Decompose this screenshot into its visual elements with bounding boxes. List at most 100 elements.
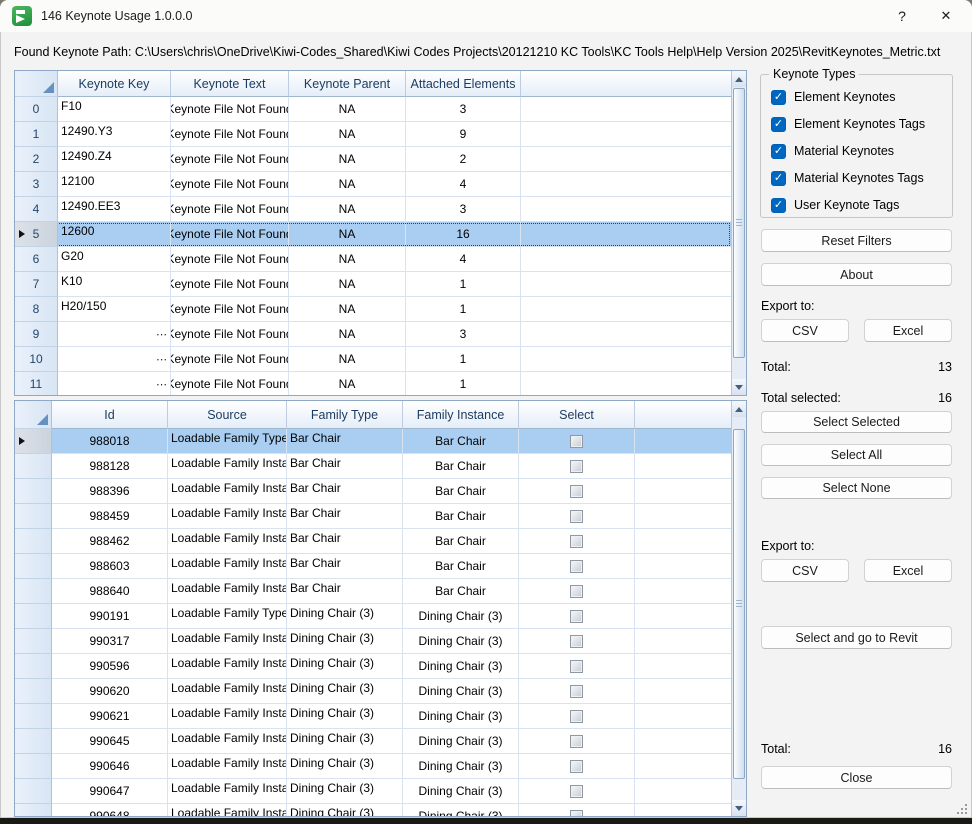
attached-elements-cell[interactable]: 3 [406,322,521,347]
row-select-checkbox[interactable] [570,735,583,748]
family-type-cell[interactable]: Bar Chair [287,529,403,554]
table-row[interactable]: 8H20/150Keynote File Not FoundNA1 [15,297,731,322]
source-cell[interactable]: Loadable Family Insta... [168,554,287,579]
column-header[interactable]: Attached Elements [406,71,521,97]
select-cell[interactable] [519,629,635,654]
table-row[interactable]: 988396Loadable Family Insta...Bar ChairB… [15,479,731,504]
keynote-text-cell[interactable]: Keynote File Not Found [171,197,289,222]
row-select-checkbox[interactable] [570,460,583,473]
source-cell[interactable]: Loadable Family Insta... [168,704,287,729]
keynote-key-cell[interactable]: 12490.Y3 [58,122,171,147]
select-all-button[interactable]: Select All [761,444,952,466]
table-row[interactable]: 988459Loadable Family Insta...Bar ChairB… [15,504,731,529]
table-row[interactable]: 11⋯Keynote File Not FoundNA1 [15,372,731,395]
row-select-checkbox[interactable] [570,685,583,698]
row-header[interactable] [15,504,52,529]
keynote-parent-cell[interactable]: NA [289,272,406,297]
family-type-cell[interactable]: Dining Chair (3) [287,604,403,629]
family-type-cell[interactable]: Bar Chair [287,579,403,604]
keynote-text-cell[interactable]: Keynote File Not Found [171,247,289,272]
row-select-checkbox[interactable] [570,785,583,798]
keynote-text-cell[interactable]: Keynote File Not Found [171,97,289,122]
table-row[interactable]: 6G20Keynote File Not FoundNA4 [15,247,731,272]
attached-elements-cell[interactable]: 4 [406,247,521,272]
keynote-parent-cell[interactable]: NA [289,172,406,197]
id-cell[interactable]: 988128 [52,454,168,479]
source-cell[interactable]: Loadable Family Insta... [168,454,287,479]
table-row[interactable]: 988018Loadable Family TypeBar ChairBar C… [15,429,731,454]
row-header[interactable] [15,804,52,816]
row-header[interactable] [15,454,52,479]
scroll-up-button[interactable] [732,401,746,417]
family-instance-cell[interactable]: Bar Chair [403,579,519,604]
select-cell[interactable] [519,729,635,754]
checkbox-checked-icon[interactable]: ✓ [771,90,786,105]
select-cell[interactable] [519,704,635,729]
column-header[interactable]: Select [519,401,635,429]
keynote-parent-cell[interactable]: NA [289,122,406,147]
source-cell[interactable]: Loadable Family Insta... [168,729,287,754]
row-header[interactable] [15,479,52,504]
source-cell[interactable]: Loadable Family Insta... [168,679,287,704]
reset-filters-button[interactable]: Reset Filters [761,229,952,252]
id-cell[interactable]: 988640 [52,579,168,604]
row-header[interactable] [15,729,52,754]
family-type-cell[interactable]: Bar Chair [287,504,403,529]
keynote-key-cell[interactable]: ⋯ [58,322,171,347]
table-row[interactable]: 990596Loadable Family Insta...Dining Cha… [15,654,731,679]
select-all-header-cell[interactable] [15,401,52,429]
family-instance-cell[interactable]: Bar Chair [403,454,519,479]
help-button[interactable]: ? [880,0,924,32]
attached-elements-cell[interactable]: 2 [406,147,521,172]
attached-elements-cell[interactable]: 3 [406,197,521,222]
family-instance-cell[interactable]: Bar Chair [403,429,519,454]
attached-elements-cell[interactable]: 1 [406,272,521,297]
table-row[interactable]: 990647Loadable Family Insta...Dining Cha… [15,779,731,804]
table-row[interactable]: 512600Keynote File Not FoundNA16 [15,222,731,247]
attached-elements-cell[interactable]: 1 [406,347,521,372]
select-cell[interactable] [519,779,635,804]
family-instance-cell[interactable]: Dining Chair (3) [403,754,519,779]
attached-elements-cell[interactable]: 1 [406,372,521,395]
family-instance-cell[interactable]: Dining Chair (3) [403,779,519,804]
export-csv-button-bottom[interactable]: CSV [761,559,849,582]
row-header[interactable] [15,579,52,604]
select-cell[interactable] [519,454,635,479]
table-row[interactable]: 312100Keynote File Not FoundNA4 [15,172,731,197]
family-instance-cell[interactable]: Dining Chair (3) [403,679,519,704]
row-select-checkbox[interactable] [570,510,583,523]
select-cell[interactable] [519,479,635,504]
select-cell[interactable] [519,654,635,679]
about-button[interactable]: About [761,263,952,286]
source-cell[interactable]: Loadable Family Type [168,429,287,454]
id-cell[interactable]: 988396 [52,479,168,504]
table-row[interactable]: 988603Loadable Family Insta...Bar ChairB… [15,554,731,579]
keynote-table-scrollbar[interactable] [731,71,746,395]
family-instance-cell[interactable]: Dining Chair (3) [403,729,519,754]
row-select-checkbox[interactable] [570,710,583,723]
row-header[interactable]: 2 [15,147,58,172]
row-select-checkbox[interactable] [570,560,583,573]
table-row[interactable]: 988462Loadable Family Insta...Bar ChairB… [15,529,731,554]
row-header[interactable]: 9 [15,322,58,347]
row-select-checkbox[interactable] [570,610,583,623]
select-cell[interactable] [519,554,635,579]
id-cell[interactable]: 988603 [52,554,168,579]
id-cell[interactable]: 988018 [52,429,168,454]
source-cell[interactable]: Loadable Family Insta... [168,504,287,529]
column-header[interactable]: Keynote Key [58,71,171,97]
select-cell[interactable] [519,579,635,604]
column-header[interactable]: Family Type [287,401,403,429]
family-instance-cell[interactable]: Dining Chair (3) [403,704,519,729]
scroll-up-button[interactable] [732,71,746,87]
row-header[interactable] [15,629,52,654]
family-type-cell[interactable]: Dining Chair (3) [287,654,403,679]
select-selected-button[interactable]: Select Selected [761,411,952,433]
keynote-key-cell[interactable]: 12600 [58,222,171,247]
close-button[interactable]: Close [761,766,952,789]
row-header[interactable] [15,529,52,554]
id-cell[interactable]: 990620 [52,679,168,704]
family-instance-cell[interactable]: Dining Chair (3) [403,654,519,679]
source-cell[interactable]: Loadable Family Insta... [168,579,287,604]
column-header[interactable]: Id [52,401,168,429]
